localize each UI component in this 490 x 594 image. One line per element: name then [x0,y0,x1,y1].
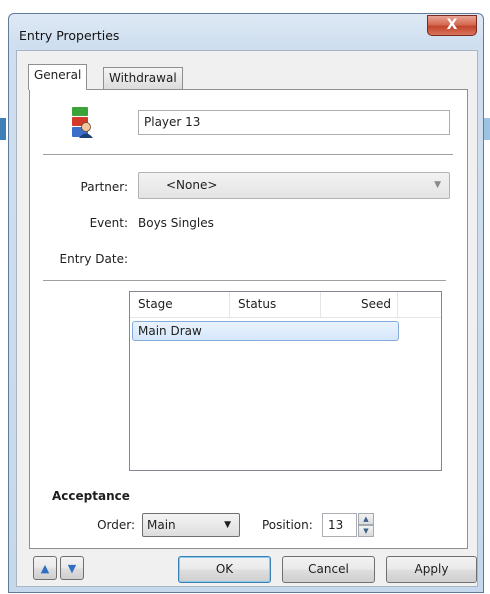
event-label: Event: [89,216,128,230]
table-row[interactable]: Main Draw [132,321,399,341]
position-value: 13 [328,518,344,532]
position-label: Position: [262,518,313,532]
window-title: Entry Properties [19,28,120,43]
stepper-up-icon[interactable]: ▲ [358,513,374,525]
order-label: Order: [97,518,135,532]
column-header-status[interactable]: Status [230,292,321,317]
move-up-button[interactable]: ▲ [33,556,57,580]
separator [43,154,453,156]
tab-general-label: General [34,68,82,82]
tab-withdrawal-label: Withdrawal [109,71,177,85]
partner-value: <None> [166,178,218,192]
close-button[interactable]: X [427,15,477,36]
position-input[interactable]: 13 [322,513,357,537]
stage-cell: Main Draw [138,324,202,338]
player-name-value: Player 13 [144,115,201,129]
ok-button-label: OK [215,562,234,576]
player-avatar-icon [72,107,93,138]
player-name-input[interactable]: Player 13 [138,110,450,135]
column-header-stage[interactable]: Stage [130,292,230,317]
acceptance-heading: Acceptance [52,489,130,503]
ok-button[interactable]: OK [178,556,271,583]
title-bar[interactable]: Entry Properties X [9,14,483,50]
cancel-button-label: Cancel [308,562,349,576]
position-stepper[interactable]: ▲ ▼ [358,513,374,537]
move-down-button[interactable]: ▼ [60,556,84,580]
chevron-down-icon: ▼ [224,520,231,530]
order-value: Main [147,518,176,532]
apply-button[interactable]: Apply [386,556,477,583]
apply-button-label: Apply [414,562,449,576]
partner-select[interactable]: <None> ▼ [138,172,450,199]
entry-properties-dialog: Entry Properties X General Withdrawal Pl… [8,13,484,593]
table-header: Stage Status Seed [130,292,441,318]
order-select[interactable]: Main ▼ [142,513,240,537]
arrow-up-icon: ▲ [40,562,50,575]
stepper-down-icon[interactable]: ▼ [358,525,374,537]
chevron-down-icon: ▼ [434,180,441,190]
background-window-edge [484,118,490,140]
general-tab-panel: Player 13 Partner: <None> ▼ Event: Boys … [29,89,468,549]
column-header-seed[interactable]: Seed [321,292,398,317]
background-window-edge [0,118,6,140]
arrow-down-icon: ▼ [67,562,77,575]
partner-label: Partner: [80,180,128,194]
tab-general[interactable]: General [28,64,88,90]
dialog-client-area: General Withdrawal Player 13 Partner: <N… [16,50,478,587]
cancel-button[interactable]: Cancel [282,556,375,583]
event-value: Boys Singles [138,216,214,230]
tab-withdrawal[interactable]: Withdrawal [103,67,183,89]
entry-date-label: Entry Date: [59,252,128,266]
stages-table[interactable]: Stage Status Seed Main Draw [129,291,442,471]
separator [43,280,446,282]
close-icon: X [446,17,458,33]
